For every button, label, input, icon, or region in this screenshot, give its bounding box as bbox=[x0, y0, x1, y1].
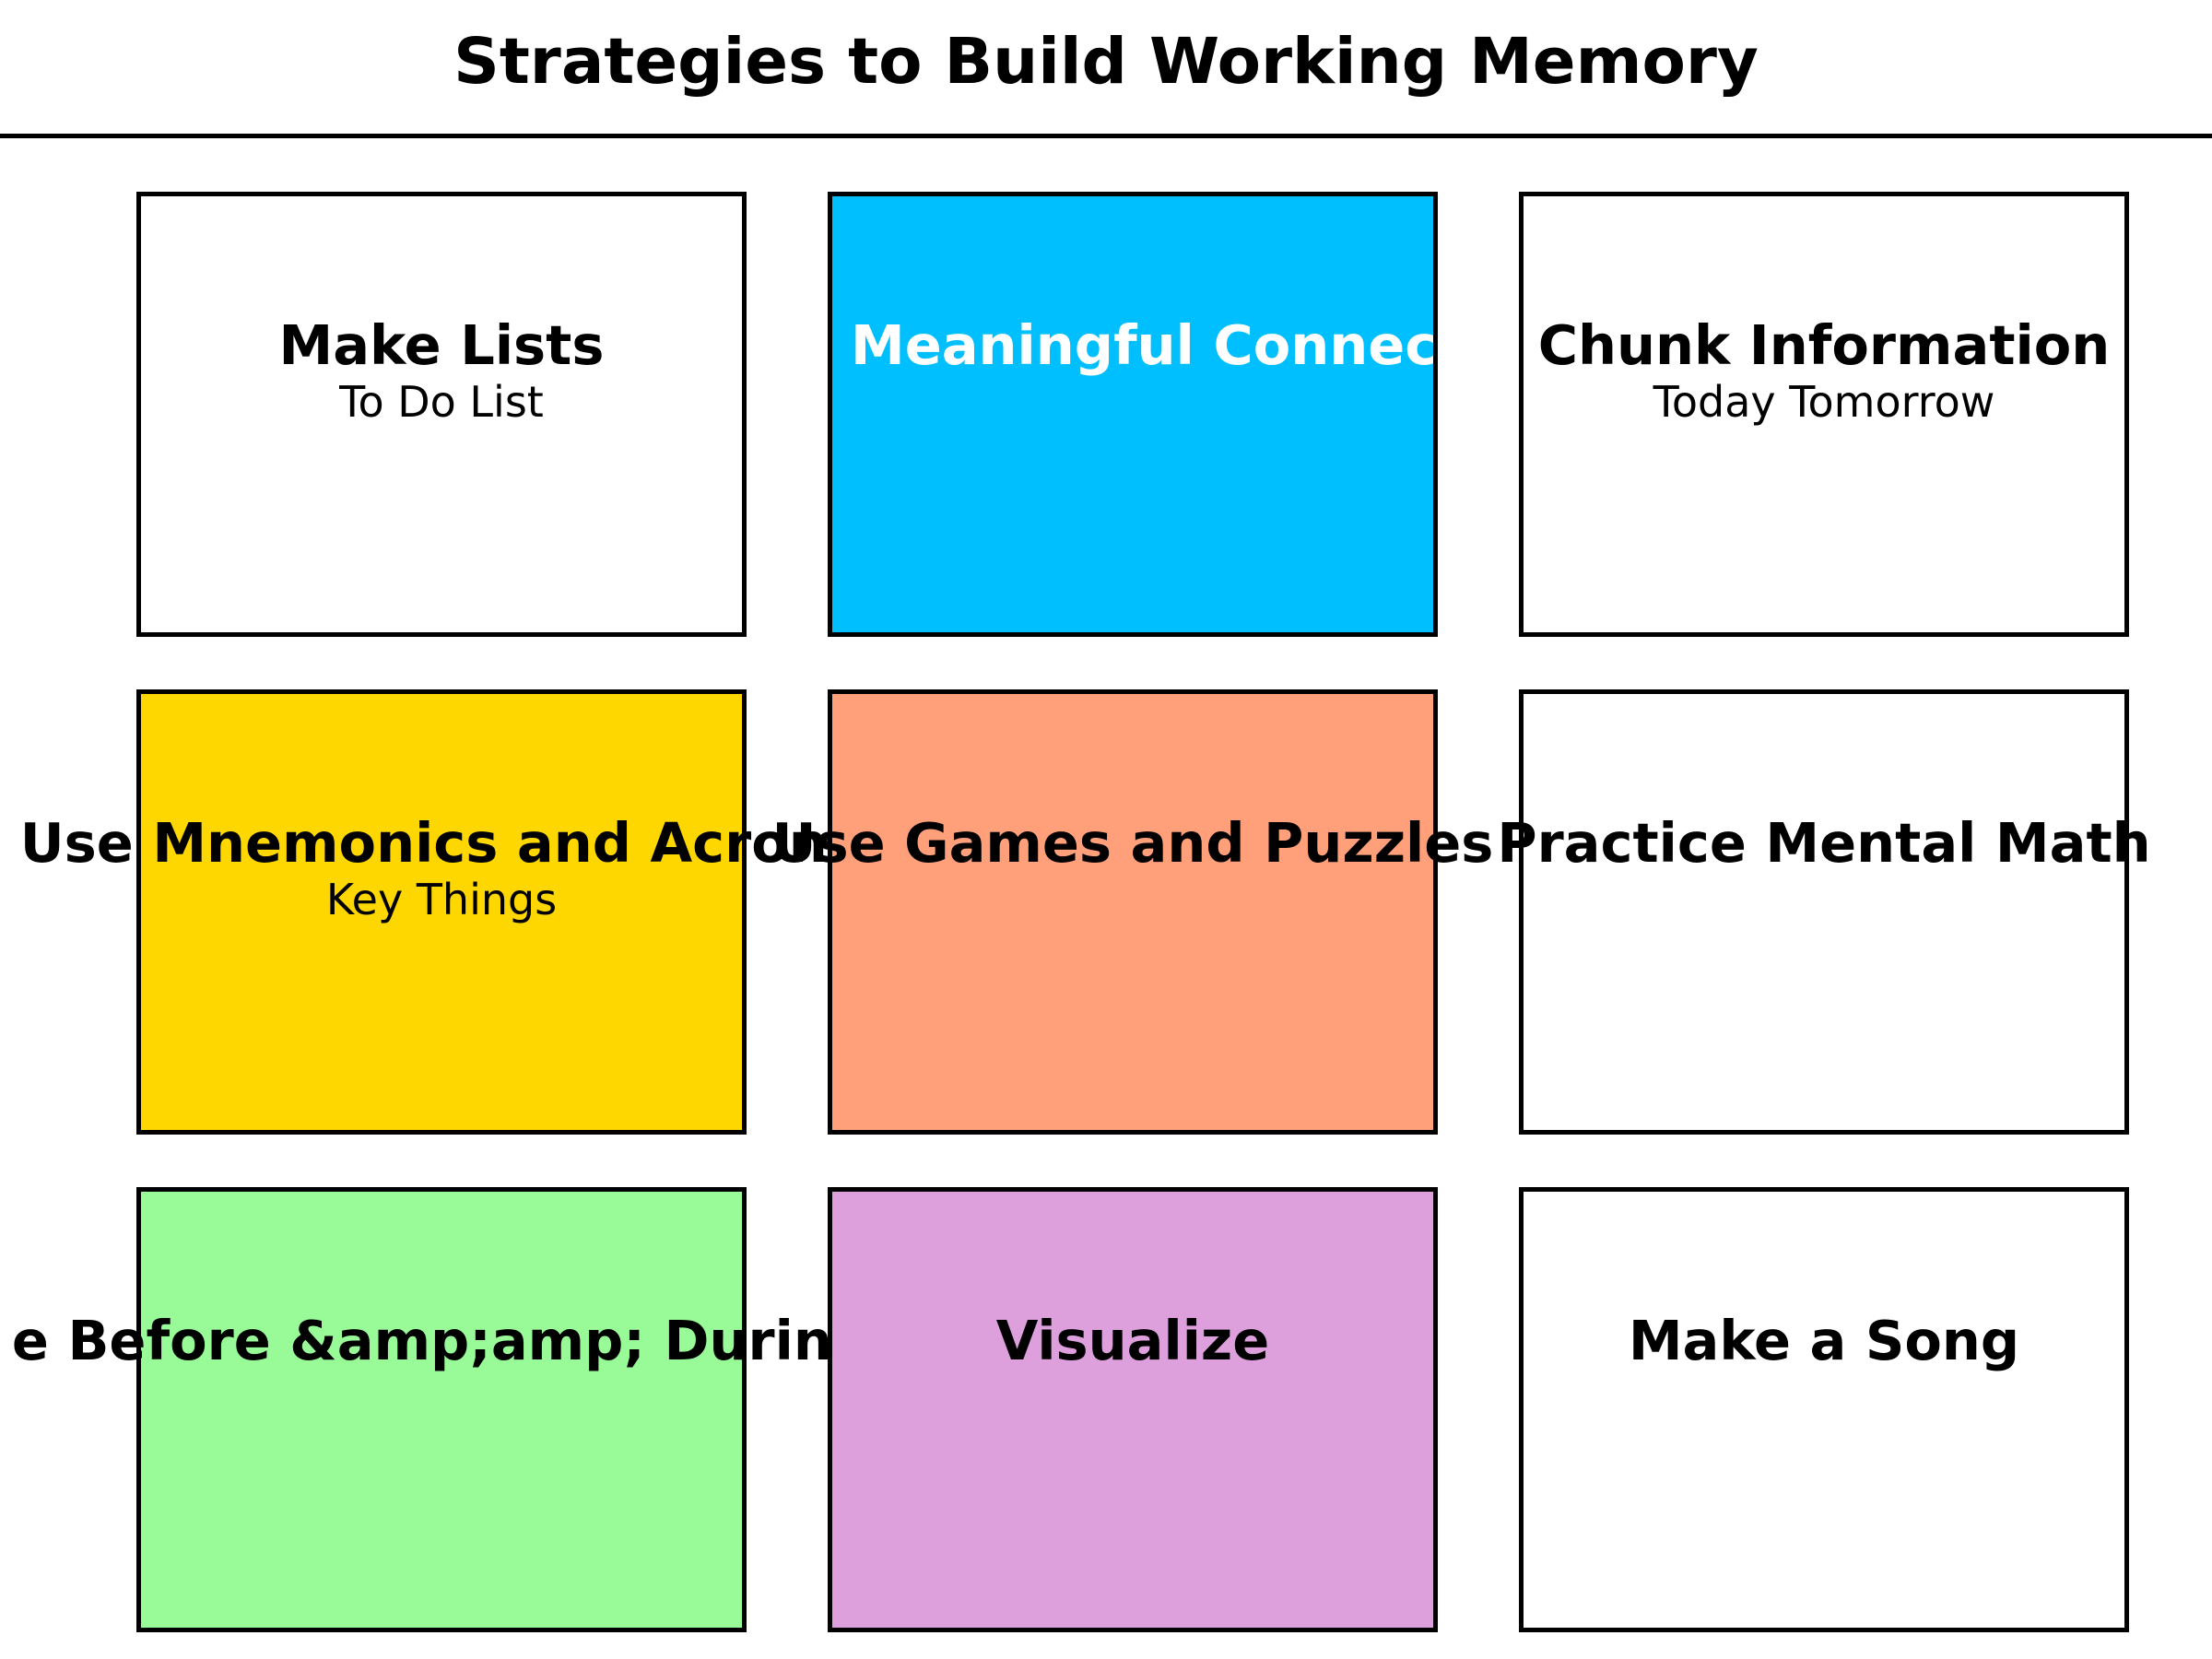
card-make-a-song: Make a Song bbox=[1519, 1187, 2129, 1632]
card-visualize: Visualize bbox=[828, 1187, 1438, 1632]
card-title: Make a Song bbox=[1628, 1309, 2020, 1372]
card-make-lists: Make Lists To Do List bbox=[136, 192, 747, 637]
page-title: Strategies to Build Working Memory bbox=[453, 25, 1759, 99]
card-subtitle: Key Things bbox=[325, 875, 558, 924]
card-title: Chunk Information bbox=[1537, 313, 2111, 377]
card-title: Practice Mental Math bbox=[1497, 811, 2151, 875]
card-chunk-information: Chunk Information Today Tomorrow bbox=[1519, 192, 2129, 637]
card-title: Make Lists bbox=[278, 313, 605, 377]
card-games-puzzles: Use Games and Puzzles bbox=[772, 689, 1493, 1135]
card-subtitle: To Do List bbox=[339, 377, 544, 427]
card-mnemonics-acronyms: Use Mnemonics and Acrony Key Things bbox=[20, 689, 863, 1135]
card-subtitle: Today Tomorrow bbox=[1653, 377, 1995, 427]
card-before-during: e Before &amp;amp; During bbox=[12, 1187, 871, 1632]
title-divider bbox=[0, 134, 2212, 138]
card-mental-math: Practice Mental Math bbox=[1497, 689, 2151, 1135]
